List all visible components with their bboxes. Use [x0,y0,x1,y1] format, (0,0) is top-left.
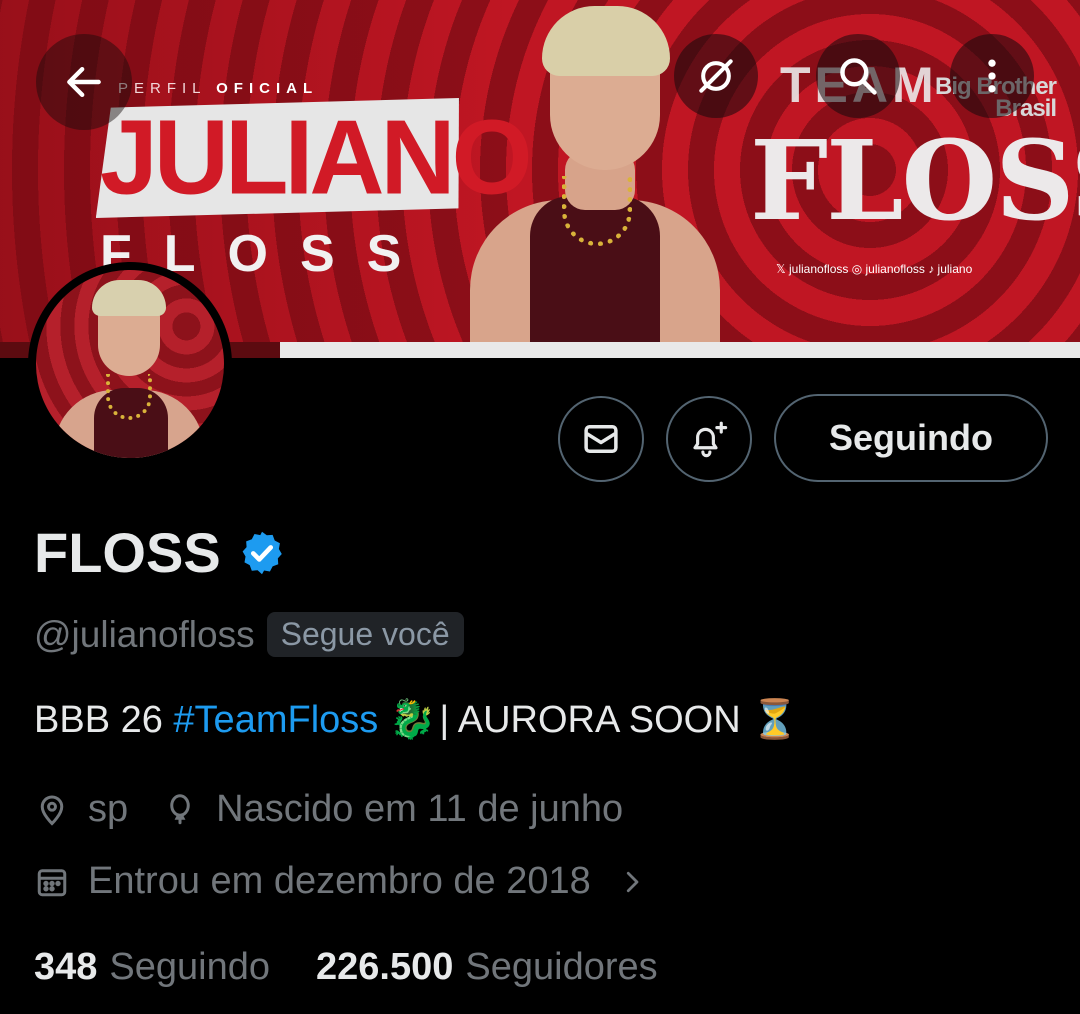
message-button[interactable] [558,396,644,482]
joined-text: Entrou em dezembro de 2018 [88,860,591,902]
following-count: 348 [34,946,98,988]
handle-row: @julianofloss Segue você [34,612,464,657]
banner-floss-logo: FLOSS [750,116,1080,245]
calendar-icon [37,868,67,896]
more-options-button[interactable] [950,34,1034,118]
arrow-left-icon [67,66,101,98]
dragon-emoji: 🐉 [388,699,437,741]
verified-badge-icon[interactable] [237,528,287,578]
chevron-right-icon [626,871,639,892]
location-pin-icon [40,794,64,826]
following-stat-link[interactable]: 348 Seguindo [34,946,270,989]
search-button[interactable] [816,34,900,118]
display-name-row: FLOSS [34,520,287,585]
following-button[interactable]: Seguindo [774,394,1048,482]
banner-stripe [280,342,1080,358]
display-name: FLOSS [34,521,221,584]
handle: @julianofloss [34,613,255,655]
bell-plus-icon [693,421,728,458]
followers-label: Seguidores [465,946,658,988]
more-vertical-icon [988,59,996,93]
following-label: Seguindo [109,946,270,988]
birthday: Nascido em 11 de junho [162,788,623,831]
banner-socials: 𝕏 julianofloss ◎ julianofloss ♪ juliano [776,262,973,276]
location: sp [34,788,128,831]
joined-row[interactable]: Entrou em dezembro de 2018 [34,860,647,903]
balloon-icon [170,793,190,824]
follows-you-badge: Segue você [266,612,464,657]
banner-name-big: JULIANO [100,98,532,218]
bio-prefix: BBB 26 [34,699,174,741]
search-icon [840,58,877,95]
bio-hashtag-link[interactable]: #TeamFloss [173,699,378,741]
grok-button[interactable] [674,34,758,118]
notifications-button[interactable] [666,396,752,482]
avatar[interactable] [28,262,232,466]
banner-oficial-label: OFICIAL [216,80,319,97]
birthday-text: Nascido em 11 de junho [216,788,624,830]
follow-stats: 348 Seguindo 226.500 Seguidores [34,946,704,989]
banner-perfil-oficial: PERFIL OFICIAL [118,80,318,97]
bio: BBB 26 #TeamFloss 🐉 | AURORA SOON ⏳ [34,698,799,742]
bio-suffix: | AURORA SOON [428,699,752,741]
envelope-icon [584,425,618,453]
avatar-image [36,270,224,458]
back-button[interactable] [36,34,132,130]
profile-meta-row: sp Nascido em 11 de junho [34,788,657,831]
grok-icon [699,59,733,93]
location-text: sp [88,788,129,830]
hourglass-emoji: ⏳ [751,699,799,741]
followers-stat-link[interactable]: 226.500 Seguidores [316,946,658,989]
followers-count: 226.500 [316,946,454,988]
